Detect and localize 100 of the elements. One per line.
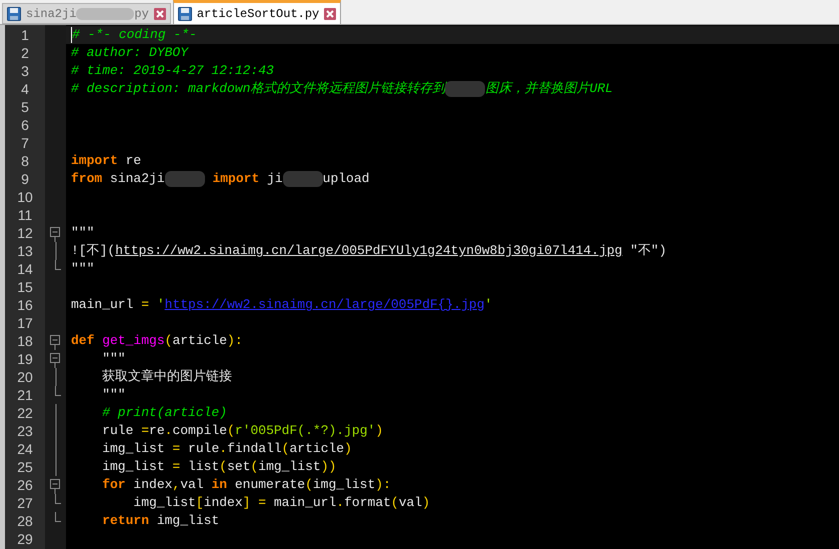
tab-label: sina2ji [26, 6, 76, 22]
code-token: """ [101, 350, 126, 368]
code-token: img_list [312, 476, 376, 494]
fold-toggle-icon[interactable] [50, 476, 61, 494]
code-token: = [172, 440, 180, 458]
code-token: . [336, 494, 344, 512]
code-token: . [164, 422, 172, 440]
code-token: return [101, 512, 150, 530]
tab-label: articleSortOut.py [196, 6, 320, 22]
line-number: 20 [17, 368, 33, 386]
code-token: ![不]( [71, 242, 116, 260]
line-number: 3 [21, 62, 29, 80]
code-token: main_url [71, 296, 134, 314]
code-token: # author: DYBOY [71, 44, 188, 62]
code-token: from [71, 170, 102, 188]
line-number: 14 [17, 260, 33, 278]
code-token: re [149, 422, 165, 440]
line-number: 6 [21, 116, 29, 134]
code-token: rule [187, 440, 220, 458]
line-number: 17 [17, 314, 33, 332]
code-token: img_list [258, 458, 321, 476]
line-number: 10 [17, 188, 33, 206]
line-number: 4 [21, 80, 29, 98]
code-token: article [289, 440, 344, 458]
tab-label: py [134, 6, 149, 22]
code-token: ( [305, 476, 313, 494]
line-number: 13 [17, 242, 33, 260]
code-token: in [210, 476, 228, 494]
code-token: re [124, 152, 142, 170]
code-token: img_list [132, 494, 196, 512]
code-token: img_list [101, 458, 166, 476]
line-number: 9 [21, 170, 29, 188]
blurred-area [445, 81, 486, 97]
code-token: for [101, 476, 126, 494]
fold-toggle-icon[interactable] [50, 224, 61, 242]
line-number: 16 [17, 296, 33, 314]
code-token: index [132, 476, 172, 494]
code-token: . [219, 440, 228, 458]
blurred-area [164, 171, 205, 187]
fold-toggle-icon[interactable] [50, 350, 61, 368]
save-icon [7, 6, 21, 20]
code-token: ( [282, 440, 290, 458]
code-token: """ [71, 224, 94, 242]
code-token: ( [219, 458, 228, 476]
code-token: , [172, 476, 180, 494]
code-token: )) [320, 458, 336, 476]
code-token: format [344, 494, 391, 512]
code-token: # print(article) [101, 404, 228, 422]
code-token: get_imgs [101, 332, 165, 350]
line-number: 19 [17, 350, 33, 368]
code-token: list [187, 458, 220, 476]
blurred-area [282, 171, 323, 187]
code-token: ): [375, 476, 391, 494]
code-token: [ [196, 494, 204, 512]
code-token: compile [172, 422, 228, 440]
line-number: 25 [17, 458, 33, 476]
close-icon[interactable] [324, 8, 336, 20]
fold-toggle-icon[interactable] [50, 332, 61, 350]
code-token: rule [101, 422, 134, 440]
code-token: main_url [272, 494, 336, 512]
line-number: 27 [17, 494, 33, 512]
code-token: = [257, 494, 266, 512]
blurred-area [76, 8, 134, 20]
line-number: 22 [17, 404, 33, 422]
line-number: 23 [17, 422, 33, 440]
code-token: index [204, 494, 243, 512]
code-token: set [227, 458, 250, 476]
line-number: 24 [17, 440, 33, 458]
line-number: 2 [21, 44, 29, 62]
line-number: 11 [18, 206, 32, 224]
code-link[interactable]: https://ww2.sinaimg.cn/large/005PdFYUly1g24tyn0w8bj30gi07l414.jpg [115, 242, 622, 260]
code-token: 获取文章中的图片链接 [101, 368, 232, 386]
line-number: 28 [17, 512, 33, 530]
code-token: "不") [629, 242, 667, 260]
code-token: ) [422, 494, 430, 512]
code-token: img_list [101, 440, 166, 458]
code-token: upload [322, 170, 370, 188]
line-number: 18 [17, 332, 33, 350]
line-number: 1 [21, 26, 29, 44]
line-number: 21 [17, 386, 33, 404]
line-number: 7 [21, 134, 29, 152]
code-token: ) [344, 440, 352, 458]
code-token: ( [227, 422, 235, 440]
code-token: ) [375, 422, 384, 440]
code-token: = [172, 458, 180, 476]
code-token: import [71, 152, 118, 170]
code-token: """ [71, 260, 94, 278]
close-icon[interactable] [154, 8, 166, 20]
line-number: 15 [17, 278, 33, 296]
code-token: = [141, 422, 150, 440]
line-number: 8 [21, 152, 29, 170]
code-token: enumerate [234, 476, 306, 494]
code-token: ' [484, 296, 492, 314]
code-token: img_list [156, 512, 220, 530]
line-number: 29 [17, 530, 33, 548]
code-token: val [180, 476, 204, 494]
code-token: ] [242, 494, 250, 512]
save-icon [178, 6, 192, 20]
code-token: val [398, 494, 422, 512]
file-tab[interactable]: articleSortOut.py [172, 0, 342, 24]
